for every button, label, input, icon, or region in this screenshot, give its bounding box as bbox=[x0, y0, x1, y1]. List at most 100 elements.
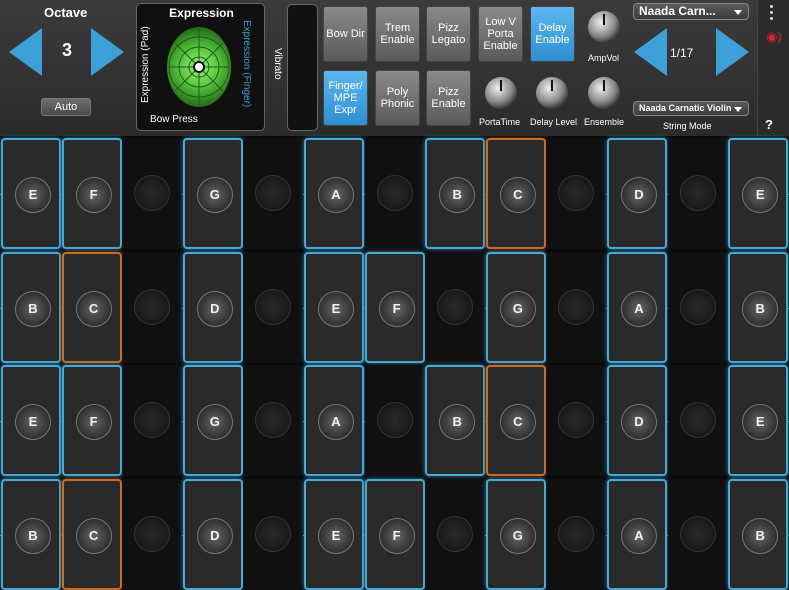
preset-dropdown[interactable]: Naada Carn... bbox=[633, 3, 749, 20]
note-pad-blank[interactable] bbox=[425, 251, 486, 363]
bow-dir-label: Bow Dir bbox=[326, 28, 365, 40]
note-pad-a[interactable]: A bbox=[607, 251, 667, 363]
note-pad-b[interactable]: B bbox=[728, 251, 789, 363]
octave-up-arrow-icon[interactable] bbox=[91, 28, 124, 76]
auto-button[interactable]: Auto bbox=[41, 98, 91, 116]
note-pad-e[interactable]: E bbox=[1, 138, 61, 249]
trem-enable-button[interactable]: Trem Enable bbox=[375, 6, 420, 62]
note-pad-b[interactable]: B bbox=[425, 138, 486, 249]
ensemble-label: Ensemble bbox=[584, 117, 625, 127]
note-pad-blank[interactable] bbox=[122, 138, 183, 249]
ensemble-knob[interactable] bbox=[588, 77, 620, 109]
note-pad-blank[interactable] bbox=[122, 251, 183, 363]
expression-title: Expression bbox=[169, 6, 234, 20]
note-label: E bbox=[15, 404, 51, 440]
note-label bbox=[437, 288, 474, 325]
note-label: G bbox=[499, 517, 536, 554]
note-pad-b[interactable]: B bbox=[1, 478, 61, 590]
note-pad-e[interactable]: E bbox=[304, 251, 364, 363]
more-icon[interactable] bbox=[770, 5, 773, 20]
note-pad-c[interactable]: C bbox=[61, 478, 122, 590]
note-pad-c[interactable]: C bbox=[485, 365, 546, 476]
note-pad-blank[interactable] bbox=[122, 478, 183, 590]
note-pad-g[interactable]: G bbox=[182, 138, 243, 249]
pizz-enable-button[interactable]: Pizz Enable bbox=[426, 70, 471, 126]
delay-enable-label: Delay Enable bbox=[535, 22, 570, 46]
note-pad-a[interactable]: A bbox=[304, 365, 364, 476]
ampvol-knob[interactable] bbox=[588, 11, 620, 43]
note-pad-a[interactable]: A bbox=[304, 138, 364, 249]
note-pad-b[interactable]: B bbox=[425, 365, 486, 476]
note-label bbox=[255, 288, 292, 325]
preset-prev-arrow-icon[interactable] bbox=[634, 28, 667, 76]
note-pad-d[interactable]: D bbox=[607, 138, 667, 249]
note-pad-blank[interactable] bbox=[667, 365, 728, 476]
note-pad-b[interactable]: B bbox=[728, 478, 789, 590]
note-label: E bbox=[742, 177, 779, 213]
delay-level-knob[interactable] bbox=[536, 77, 568, 109]
note-pad-g[interactable]: G bbox=[485, 251, 546, 363]
note-label bbox=[376, 175, 413, 211]
note-label: B bbox=[439, 177, 476, 213]
note-pad-f[interactable]: F bbox=[364, 478, 425, 590]
note-pad-c[interactable]: C bbox=[485, 138, 546, 249]
note-pad-blank[interactable] bbox=[546, 251, 607, 363]
string-mode-dropdown[interactable]: Naada Carnatic Violin bbox=[633, 101, 749, 116]
note-pad-blank[interactable] bbox=[122, 365, 183, 476]
note-label bbox=[558, 402, 595, 438]
note-label bbox=[679, 175, 716, 211]
note-pad-a[interactable]: A bbox=[607, 478, 667, 590]
note-pad-f[interactable]: F bbox=[364, 251, 425, 363]
note-label bbox=[679, 288, 716, 325]
note-pad-blank[interactable] bbox=[667, 251, 728, 363]
note-pad-d[interactable]: D bbox=[607, 365, 667, 476]
note-pad-f[interactable]: F bbox=[61, 138, 122, 249]
note-pad-blank[interactable] bbox=[364, 365, 425, 476]
note-pad-d[interactable]: D bbox=[182, 478, 243, 590]
note-pad-blank[interactable] bbox=[243, 478, 304, 590]
note-label bbox=[558, 288, 595, 325]
preset-next-arrow-icon[interactable] bbox=[716, 28, 749, 76]
note-pad-blank[interactable] bbox=[667, 478, 728, 590]
vibrato-label: Vibrato bbox=[272, 48, 283, 80]
note-pad-blank[interactable] bbox=[425, 478, 486, 590]
note-pad-e[interactable]: E bbox=[728, 365, 789, 476]
expression-finger-label: Expression (Finger) bbox=[241, 20, 252, 108]
note-label: D bbox=[621, 404, 657, 440]
note-pad-g[interactable]: G bbox=[182, 365, 243, 476]
note-label: B bbox=[742, 290, 779, 327]
pizz-legato-button[interactable]: Pizz Legato bbox=[426, 6, 471, 62]
delay-enable-button[interactable]: Delay Enable bbox=[530, 6, 575, 62]
note-pad-blank[interactable] bbox=[243, 365, 304, 476]
low-v-porta-enable-button[interactable]: Low V Porta Enable bbox=[478, 6, 523, 62]
portatime-knob[interactable] bbox=[485, 77, 517, 109]
octave-value: 3 bbox=[61, 40, 72, 60]
string-mode-label: String Mode bbox=[663, 121, 712, 131]
note-pad-f[interactable]: F bbox=[61, 365, 122, 476]
note-pad-d[interactable]: D bbox=[182, 251, 243, 363]
note-pad-b[interactable]: B bbox=[1, 251, 61, 363]
poly-phonic-button[interactable]: Poly Phonic bbox=[375, 70, 420, 126]
note-pad-e[interactable]: E bbox=[1, 365, 61, 476]
vibrato-strip[interactable] bbox=[287, 4, 318, 131]
note-pad-blank[interactable] bbox=[546, 365, 607, 476]
note-label bbox=[255, 515, 292, 552]
help-icon[interactable]: ? bbox=[765, 117, 773, 132]
note-pad-blank[interactable] bbox=[364, 138, 425, 249]
note-label: D bbox=[196, 517, 233, 554]
expression-pad-label: Expression (Pad) bbox=[140, 26, 151, 103]
note-pad-blank[interactable] bbox=[546, 478, 607, 590]
bow-dir-button[interactable]: Bow Dir bbox=[323, 6, 368, 62]
note-pad-e[interactable]: E bbox=[728, 138, 789, 249]
finger-mpe-expr-button[interactable]: Finger/ MPE Expr bbox=[323, 70, 368, 126]
note-pad-e[interactable]: E bbox=[304, 478, 364, 590]
note-pad-blank[interactable] bbox=[243, 251, 304, 363]
note-pad-blank[interactable] bbox=[667, 138, 728, 249]
octave-down-arrow-icon[interactable] bbox=[9, 28, 42, 76]
note-pad-g[interactable]: G bbox=[485, 478, 546, 590]
note-pad-c[interactable]: C bbox=[61, 251, 122, 363]
note-pad-blank[interactable] bbox=[243, 138, 304, 249]
note-pad-blank[interactable] bbox=[546, 138, 607, 249]
audio-wave-icon[interactable]: ◉) bbox=[766, 29, 782, 45]
note-label: A bbox=[318, 177, 354, 213]
